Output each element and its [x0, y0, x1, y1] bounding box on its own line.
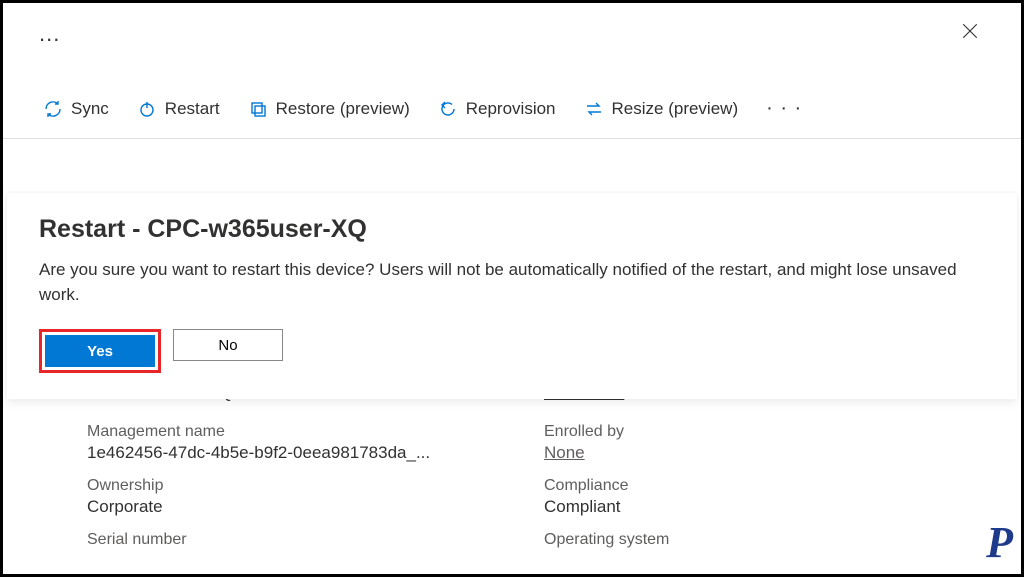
dialog-message: Are you sure you want to restart this de… [39, 258, 985, 307]
mgmt-name-label: Management name [87, 423, 544, 441]
header-row: ... [3, 3, 1021, 47]
reprovision-button[interactable]: Reprovision [438, 99, 556, 119]
toolbar: Sync Restart Restore (preview) Reprovisi… [3, 47, 1021, 139]
watermark-logo: P [986, 517, 1013, 568]
yes-button[interactable]: Yes [45, 335, 155, 367]
restore-label: Restore (preview) [276, 99, 410, 119]
no-button[interactable]: No [173, 329, 283, 361]
enrolled-by-value: None [544, 443, 1001, 463]
device-properties: Management name 1e462456-47dc-4b5e-b9f2-… [3, 411, 1021, 565]
sync-button[interactable]: Sync [43, 99, 109, 119]
restore-icon [248, 99, 268, 119]
sync-icon [43, 99, 63, 119]
enrolled-by-label: Enrolled by [544, 423, 1001, 441]
mgmt-name-value: 1e462456-47dc-4b5e-b9f2-0eea981783da_... [87, 443, 544, 463]
more-actions-button[interactable]: · · · [766, 97, 802, 120]
resize-icon [584, 99, 604, 119]
dialog-title: Restart - CPC-w365user-XQ [39, 215, 985, 244]
restart-confirm-dialog: Restart - CPC-w365user-XQ Are you sure y… [7, 193, 1017, 399]
resize-label: Resize (preview) [612, 99, 739, 119]
resize-button[interactable]: Resize (preview) [584, 99, 739, 119]
ownership-label: Ownership [87, 477, 544, 495]
dialog-buttons: Yes No [39, 329, 985, 373]
sync-label: Sync [71, 99, 109, 119]
undo-icon [438, 99, 458, 119]
restart-button[interactable]: Restart [137, 99, 220, 119]
power-icon [137, 99, 157, 119]
restore-button[interactable]: Restore (preview) [248, 99, 410, 119]
compliance-label: Compliance [544, 477, 1001, 495]
serial-number-label: Serial number [87, 531, 544, 549]
ownership-value: Corporate [87, 497, 544, 517]
reprovision-label: Reprovision [466, 99, 556, 119]
compliance-value: Compliant [544, 497, 1001, 517]
yes-highlight: Yes [39, 329, 161, 373]
close-button[interactable] [961, 22, 985, 46]
restart-label: Restart [165, 99, 220, 119]
os-label: Operating system [544, 531, 1001, 549]
breadcrumb-ellipsis[interactable]: ... [39, 21, 60, 47]
